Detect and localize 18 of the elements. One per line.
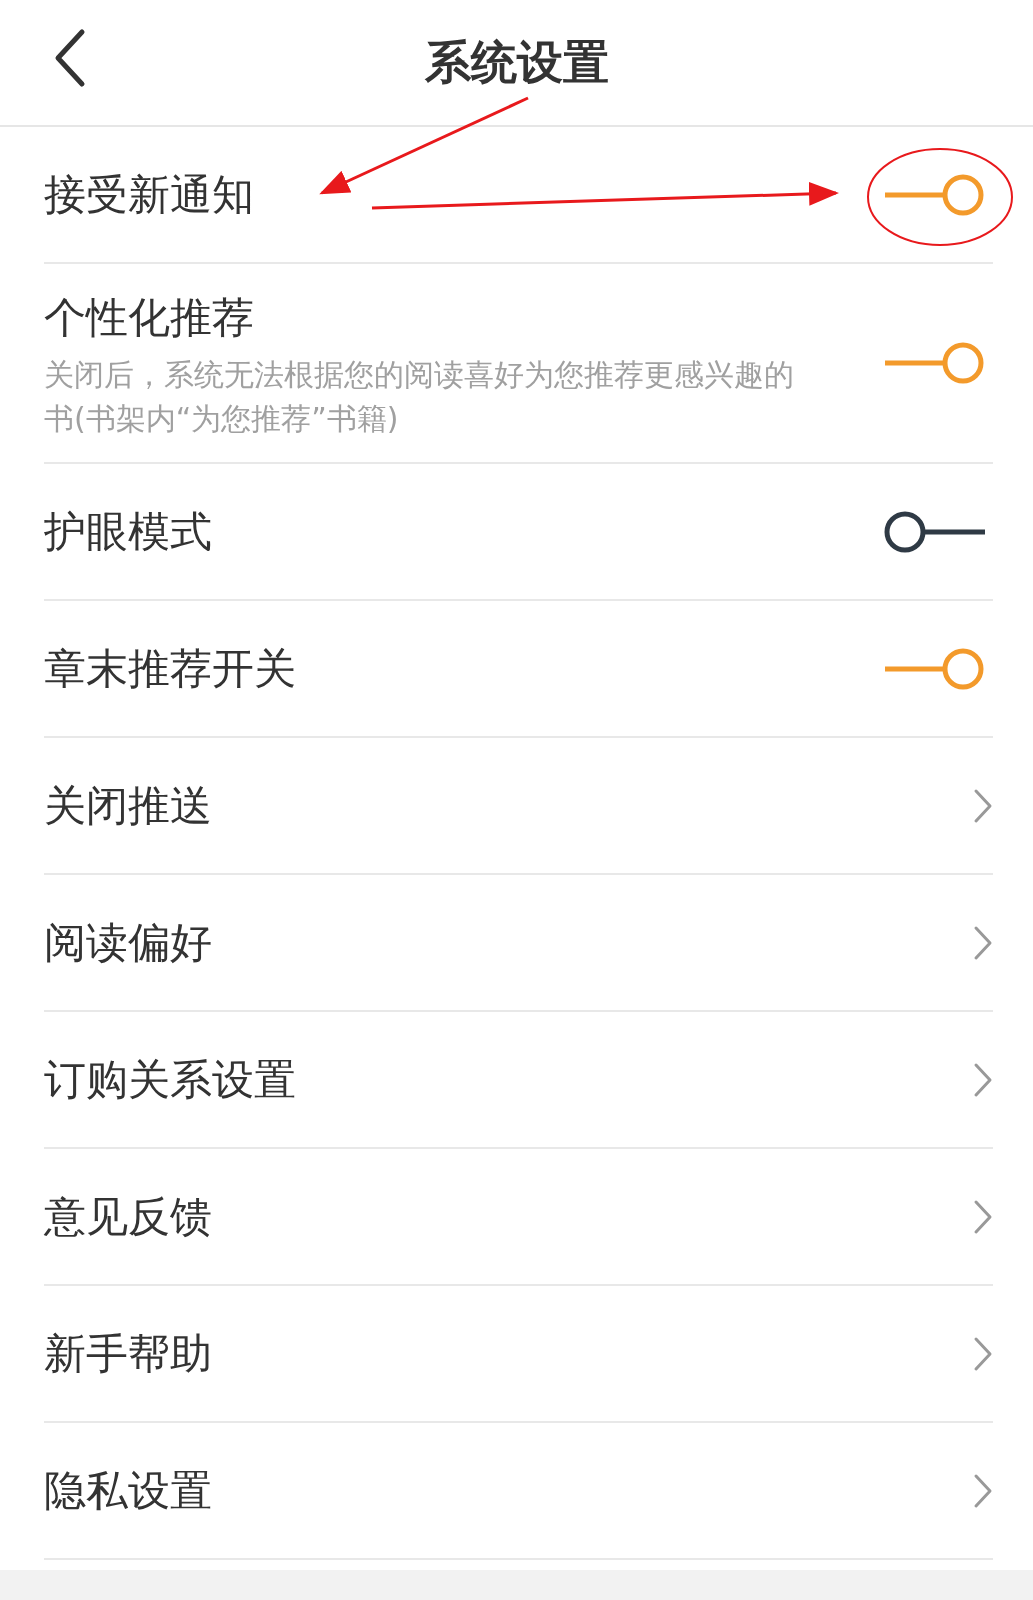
setting-label: 订购关系设置 <box>44 1054 296 1106</box>
page-title: 系统设置 <box>424 34 609 91</box>
chevron-right-icon[interactable] <box>973 1335 993 1372</box>
setting-label: 阅读偏好 <box>44 917 212 969</box>
chevron-right-icon[interactable] <box>973 787 993 824</box>
chevron-right-icon[interactable] <box>973 1061 993 1098</box>
chevron-right-icon[interactable] <box>973 924 993 961</box>
setting-label: 隐私设置 <box>44 1465 212 1517</box>
chevron-right-icon[interactable] <box>973 1472 993 1509</box>
setting-description: 关闭后，系统无法根据您的阅读喜好为您推荐更感兴趣的书(书架内“为您推荐”书籍) <box>44 356 795 438</box>
setting-label: 新手帮助 <box>44 1328 212 1380</box>
setting-label: 个性化推荐 <box>44 292 255 344</box>
setting-label: 关闭推送 <box>44 780 212 832</box>
setting-label: 章末推荐开关 <box>44 643 296 695</box>
chevron-right-icon[interactable] <box>973 1198 993 1235</box>
setting-label: 护眼模式 <box>44 506 212 558</box>
setting-label: 意见反馈 <box>44 1191 212 1243</box>
setting-label: 接受新通知 <box>44 169 254 221</box>
